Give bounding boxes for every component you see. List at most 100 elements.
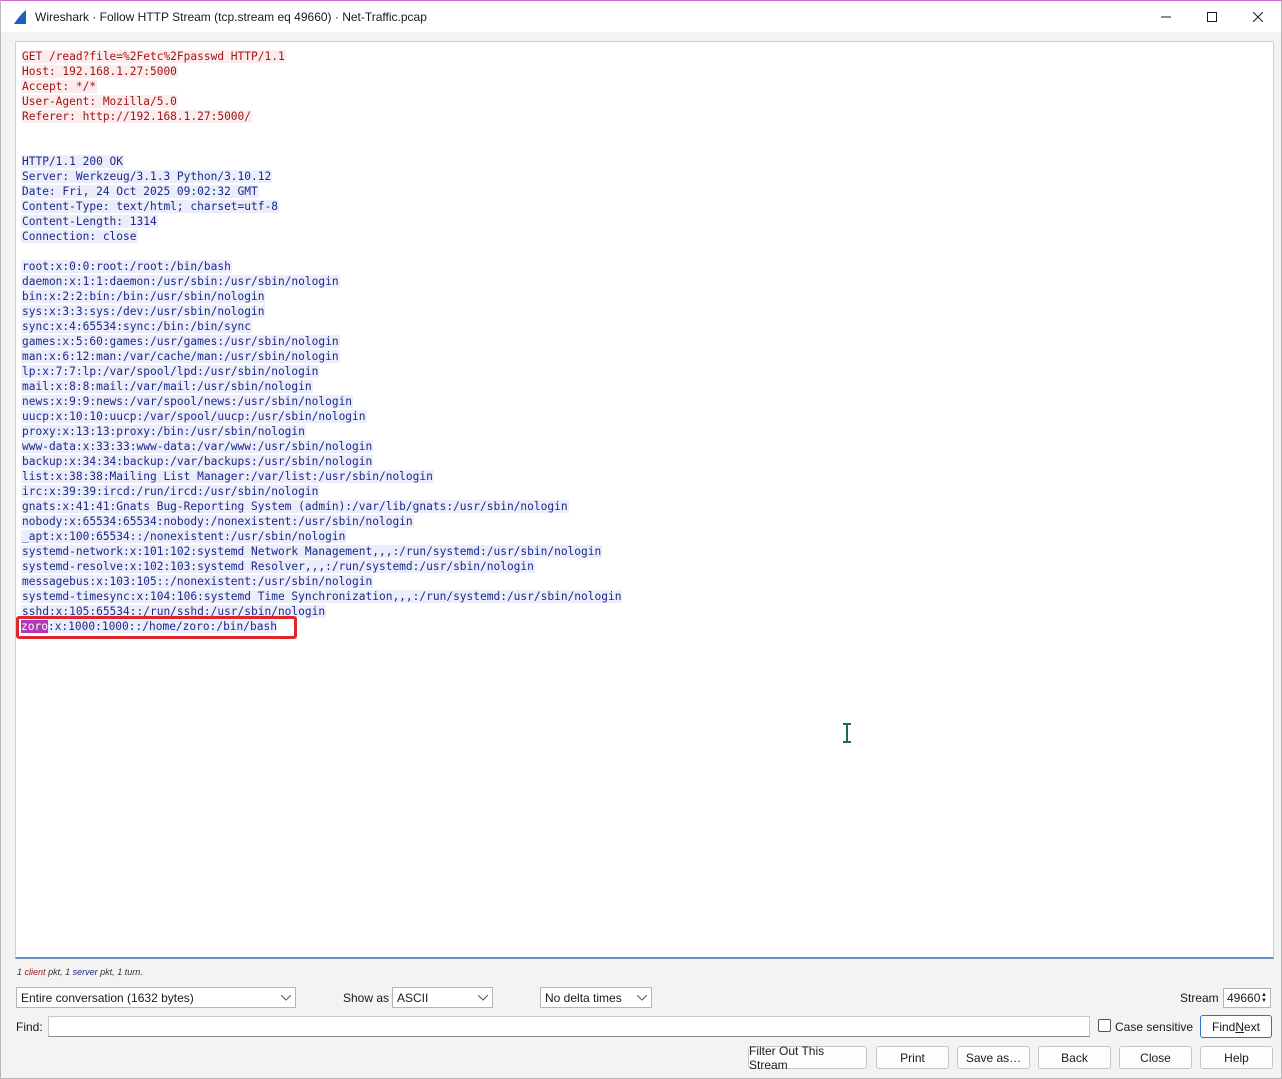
response-body-line: bin:x:2:2:bin:/bin:/usr/sbin/nologin [21,289,622,304]
response-header-line-text: Date: Fri, 24 Oct 2025 09:02:32 GMT [21,185,259,198]
find-label: Find: [16,1020,43,1034]
back-button[interactable]: Back [1038,1046,1111,1069]
response-body-line-text: gnats:x:41:41:Gnats Bug-Reporting System… [21,500,569,513]
request-line: GET /read?file=%2Fetc%2Fpasswd HTTP/1.1 [21,49,622,64]
response-header-line: Connection: close [21,229,622,244]
wireshark-logo-icon [14,9,26,24]
response-body-line: sys:x:3:3:sys:/dev:/usr/sbin/nologin [21,304,622,319]
response-body-line: systemd-timesync:x:104:106:systemd Time … [21,589,623,604]
response-header-line-text: Server: Werkzeug/3.1.3 Python/3.10.12 [21,170,273,183]
response-body-line-text: man:x:6:12:man:/var/cache/man:/usr/sbin/… [21,350,340,363]
response-header-line: Server: Werkzeug/3.1.3 Python/3.10.12 [21,169,622,184]
response-body-line: uucp:x:10:10:uucp:/var/spool/uucp:/usr/s… [21,409,622,424]
chevron-down-icon [637,994,647,1001]
response-body-line-text: nobody:x:65534:65534:nobody:/nonexistent… [21,515,414,528]
delta-times-select[interactable]: No delta times [540,987,652,1008]
response-body-line: daemon:x:1:1:daemon:/usr/sbin:/usr/sbin/… [21,274,622,289]
response-body-line-text: lp:x:7:7:lp:/var/spool/lpd:/usr/sbin/nol… [21,365,320,378]
response-body-line: news:x:9:9:news:/var/spool/news:/usr/sbi… [21,394,622,409]
response-body-line: man:x:6:12:man:/var/cache/man:/usr/sbin/… [21,349,622,364]
response-body-line: www-data:x:33:33:www-data:/var/www:/usr/… [21,439,622,454]
show-as-select[interactable]: ASCII [392,987,493,1008]
response-body-line: mail:x:8:8:mail:/var/mail:/usr/sbin/nolo… [21,379,622,394]
response-header-line: Content-Type: text/html; charset=utf-8 [21,199,622,214]
response-body-line-text: systemd-resolve:x:102:103:systemd Resolv… [21,560,535,573]
response-body-line-text: messagebus:x:103:105::/nonexistent:/usr/… [21,575,374,588]
response-header-line: Date: Fri, 24 Oct 2025 09:02:32 GMT [21,184,622,199]
print-button[interactable]: Print [876,1046,949,1069]
window-title: Wireshark · Follow HTTP Stream (tcp.stre… [35,9,427,24]
highlighted-line-rest: :x:1000:1000::/home/zoro:/bin/bash [47,620,277,633]
title-bar: Wireshark · Follow HTTP Stream (tcp.stre… [1,1,1281,32]
maximize-icon [1207,11,1217,22]
response-body-line-text: list:x:38:38:Mailing List Manager:/var/l… [21,470,434,483]
response-body-line-text: mail:x:8:8:mail:/var/mail:/usr/sbin/nolo… [21,380,313,393]
help-button[interactable]: Help [1200,1046,1273,1069]
response-body-line: root:x:0:0:root:/root:/bin/bash [21,259,622,274]
spin-arrows-icon[interactable]: ▲ ▼ [1261,992,1267,1004]
server-label: server [72,967,98,977]
response-body-line: _apt:x:100:65534::/nonexistent:/usr/sbin… [21,529,622,544]
close-window-button[interactable] [1235,1,1281,32]
response-body-line: proxy:x:13:13:proxy:/bin:/usr/sbin/nolog… [21,424,622,439]
response-body-line: lp:x:7:7:lp:/var/spool/lpd:/usr/sbin/nol… [21,364,622,379]
stream-content: GET /read?file=%2Fetc%2Fpasswd HTTP/1.1 H… [21,49,623,619]
response-body-line-text: proxy:x:13:13:proxy:/bin:/usr/sbin/nolog… [21,425,306,438]
response-body-line-text: _apt:x:100:65534::/nonexistent:/usr/sbin… [21,530,347,543]
request-line-text: GET /read?file=%2Fetc%2Fpasswd HTTP/1.1 [21,50,286,63]
show-as-label: Show as [343,991,390,1005]
case-sensitive-checkbox[interactable] [1098,1019,1111,1032]
response-header-line-text: Content-Type: text/html; charset=utf-8 [21,200,279,213]
stream-number-spinbox[interactable]: 49660 ▲ ▼ [1223,988,1271,1008]
response-body-line-text: games:x:5:60:games:/usr/games:/usr/sbin/… [21,335,340,348]
request-line-text: Referer: http://192.168.1.27:5000/ [21,110,253,123]
response-body-line: systemd-network:x:101:102:systemd Networ… [21,544,622,559]
response-body-line-text: sys:x:3:3:sys:/dev:/usr/sbin/nologin [21,305,266,318]
filter-out-stream-button[interactable]: Filter Out This Stream [748,1044,867,1072]
request-line-text: Host: 192.168.1.27:5000 [21,65,178,78]
response-body-line-text: bin:x:2:2:bin:/bin:/usr/sbin/nologin [21,290,266,303]
show-as-select-value: ASCII [397,990,429,1005]
find-input[interactable] [48,1016,1090,1037]
close-icon [1253,11,1263,22]
server-pkt-label: pkt, [100,967,115,977]
stream-text-area[interactable]: GET /read?file=%2Fetc%2Fpasswd HTTP/1.1 H… [15,41,1274,959]
response-body-line-text: systemd-network:x:101:102:systemd Networ… [21,545,603,558]
conversation-select-value: Entire conversation (1632 bytes) [21,990,194,1005]
response-body-line-text: www-data:x:33:33:www-data:/var/www:/usr/… [21,440,374,453]
selected-username: zoro [21,620,48,633]
conversation-select[interactable]: Entire conversation (1632 bytes) [16,987,296,1008]
response-body-line: nobody:x:65534:65534:nobody:/nonexistent… [21,514,622,529]
stream-number-value: 49660 [1227,991,1261,1005]
response-body-line-text: systemd-timesync:x:104:106:systemd Time … [21,590,623,603]
response-body-line: messagebus:x:103:105::/nonexistent:/usr/… [21,574,622,589]
save-as-button[interactable]: Save as… [957,1046,1030,1069]
find-next-button[interactable]: Find Next [1200,1015,1272,1038]
response-body-line-text: news:x:9:9:news:/var/spool/news:/usr/sbi… [21,395,354,408]
request-line-text: Accept: */* [21,80,98,93]
turns-label: 1 turn. [117,967,143,977]
request-line: User-Agent: Mozilla/5.0 [21,94,622,109]
response-header-line: Content-Length: 1314 [21,214,622,229]
minimize-icon [1161,16,1171,17]
response-body-line-text: uucp:x:10:10:uucp:/var/spool/uucp:/usr/s… [21,410,367,423]
response-body-line-text: irc:x:39:39:ircd:/run/ircd:/usr/sbin/nol… [21,485,320,498]
highlighted-passwd-line: zoro:x:1000:1000::/home/zoro:/bin/bash [21,619,277,634]
minimize-button[interactable] [1143,1,1189,32]
case-sensitive-label: Case sensitive [1115,1020,1194,1034]
maximize-button[interactable] [1189,1,1235,32]
request-line-text: User-Agent: Mozilla/5.0 [21,95,178,108]
response-header-line-text: Connection: close [21,230,138,243]
response-body-line-text: backup:x:34:34:backup:/var/backups:/usr/… [21,455,374,468]
close-button[interactable]: Close [1119,1046,1192,1069]
response-body-line-text: sync:x:4:65534:sync:/bin:/bin/sync [21,320,253,333]
stream-label: Stream [1180,991,1219,1005]
client-pkt-label: pkt, [48,967,63,977]
response-body-line: sync:x:4:65534:sync:/bin:/bin/sync [21,319,622,334]
packet-stats: 1 client pkt, 1 server pkt, 1 turn. [17,967,143,977]
chevron-down-icon [281,994,291,1001]
response-body-line: gnats:x:41:41:Gnats Bug-Reporting System… [21,499,622,514]
